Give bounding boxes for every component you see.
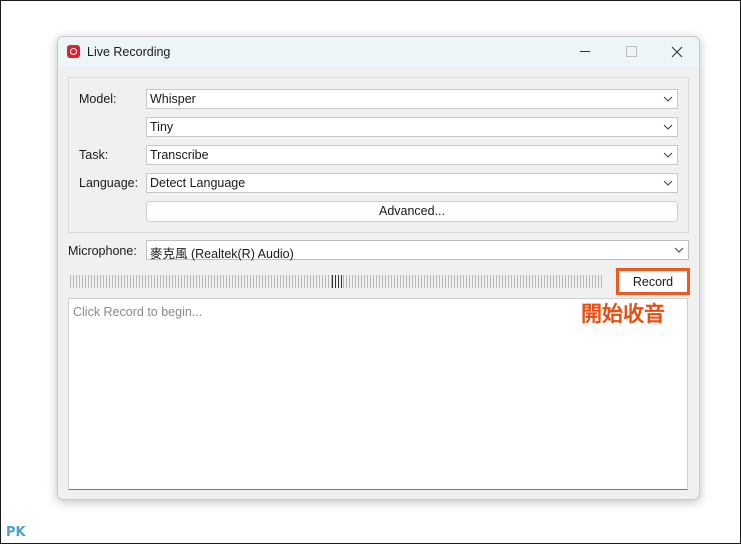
task-select[interactable]: Transcribe bbox=[146, 145, 678, 165]
title-bar[interactable]: Live Recording bbox=[58, 37, 699, 67]
model-size-select-value: Tiny bbox=[150, 120, 174, 134]
window-title: Live Recording bbox=[87, 45, 171, 59]
model-select-value: Whisper bbox=[150, 92, 196, 106]
task-label: Task: bbox=[79, 148, 109, 162]
task-select-value: Transcribe bbox=[150, 148, 209, 162]
settings-group: Model: Whisper Tiny Task: Transcribe Lan… bbox=[68, 77, 689, 233]
chevron-down-icon bbox=[663, 152, 673, 158]
maximize-button[interactable] bbox=[608, 37, 654, 67]
chevron-down-icon bbox=[663, 124, 673, 130]
record-button-label: Record bbox=[632, 275, 674, 289]
audio-level-indicator bbox=[332, 275, 342, 288]
close-button[interactable] bbox=[654, 37, 699, 67]
language-label: Language: bbox=[79, 176, 139, 190]
advanced-button[interactable]: Advanced... bbox=[146, 201, 678, 222]
live-recording-window: Live Recording Model: Whisper Tiny Task:… bbox=[57, 36, 700, 500]
chevron-down-icon bbox=[663, 180, 673, 186]
model-size-select[interactable]: Tiny bbox=[146, 117, 678, 137]
microphone-select[interactable]: 麥克風 (Realtek(R) Audio) bbox=[146, 240, 689, 261]
record-button[interactable]: Record bbox=[616, 268, 690, 295]
microphone-select-value: 麥克風 (Realtek(R) Audio) bbox=[150, 247, 294, 261]
chevron-down-icon bbox=[674, 247, 684, 253]
watermark-logo: PK bbox=[6, 525, 26, 540]
close-icon bbox=[671, 46, 683, 58]
language-select[interactable]: Detect Language bbox=[146, 173, 678, 193]
model-label: Model: bbox=[79, 92, 117, 106]
minimize-button[interactable] bbox=[562, 37, 608, 67]
microphone-label: Microphone: bbox=[68, 244, 137, 258]
audio-level-meter bbox=[70, 275, 604, 288]
record-icon bbox=[67, 45, 80, 58]
transcript-placeholder: Click Record to begin... bbox=[73, 305, 203, 319]
record-annotation: 開始收音 bbox=[581, 302, 665, 326]
model-select[interactable]: Whisper bbox=[146, 89, 678, 109]
chevron-down-icon bbox=[663, 96, 673, 102]
language-select-value: Detect Language bbox=[150, 176, 246, 190]
